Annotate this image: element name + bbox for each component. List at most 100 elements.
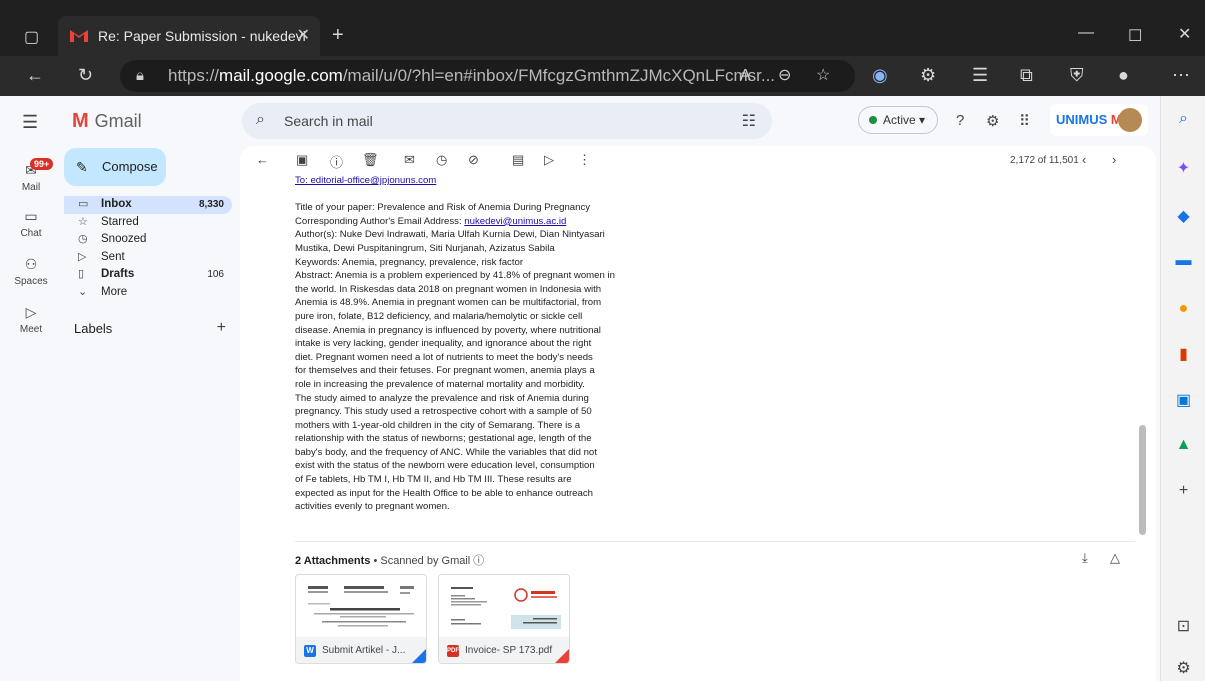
navigation-bar: ← ↻ 🔒︎ https://mail.google.com/mail/u/0/… (0, 56, 1205, 96)
rail-spaces[interactable]: ⚇ Spaces (0, 256, 62, 287)
search-icon[interactable]: ⌕ (256, 111, 265, 129)
add-app-icon[interactable]: + (1161, 482, 1205, 500)
copilot-sparkle-icon[interactable]: ✦ (1161, 158, 1205, 178)
extension-icon[interactable]: ◉ (872, 64, 888, 86)
outlook-icon[interactable]: ▣ (1161, 390, 1205, 410)
mark-unread-icon[interactable]: ✉ (404, 152, 415, 168)
settings-icon[interactable]: ⚙ (986, 112, 999, 130)
favorite-add-icon[interactable]: ☆ (816, 60, 830, 92)
search-icon[interactable]: ⌕ (1161, 110, 1205, 128)
more-actions-icon[interactable]: ⋮ (578, 152, 591, 168)
folder-label: Starred (101, 215, 139, 228)
paper-title-line: Title of your paper: Prevalence and Risk… (295, 202, 591, 214)
refresh-icon[interactable]: ↻ (78, 64, 93, 86)
report-spam-icon[interactable]: ⓘ (330, 152, 343, 171)
inbox-icon: ▭ (78, 198, 89, 210)
snooze-icon[interactable]: ◷ (436, 152, 447, 168)
organization-logo[interactable]: UNIMUS MG (1050, 104, 1148, 136)
account-avatar[interactable] (1118, 108, 1142, 132)
apps-grid-icon[interactable]: ⠿ (1019, 112, 1030, 130)
pagination-text: 2,172 of 11,501 (1010, 155, 1079, 166)
gmail-logo[interactable]: M Gmail (72, 110, 142, 133)
attachment-card[interactable]: W Submit Artikel - J... (295, 574, 427, 664)
chevron-down-icon: ⌄ (78, 285, 88, 298)
close-window-icon[interactable]: ✕ (1178, 24, 1191, 44)
main-menu-icon[interactable]: ☰ (22, 112, 38, 133)
to-line[interactable]: To: editorial-office@jpjonuns.com (295, 174, 635, 188)
help-icon[interactable]: ? (956, 112, 964, 129)
attachment-name: Invoice- SP 173.pdf (465, 645, 553, 656)
browser-tab[interactable]: Re: Paper Submission - nukedevi ✕ (58, 16, 320, 56)
shopping-tag-icon[interactable]: ◆ (1161, 206, 1205, 226)
rail-chat-label: Chat (20, 228, 42, 239)
clock-icon: ◷ (78, 233, 88, 245)
abstract-line: for themselves and their fetuses. For pr… (295, 365, 595, 377)
attachments-header: 2 Attachments • Scanned by Gmail ⓘ (295, 552, 484, 568)
sidebar-item-inbox[interactable]: ▭ Inbox 8,330 (64, 196, 232, 214)
maximize-icon[interactable]: ☐ (1128, 26, 1142, 46)
sidebar-settings-icon[interactable]: ⚙ (1161, 658, 1205, 678)
rail-chat[interactable]: ▭ Chat (0, 208, 62, 239)
search-bar[interactable]: ⌕ Search in mail ☷ (242, 103, 772, 139)
add-task-icon[interactable]: ⊘ (468, 152, 479, 168)
labels-title: Labels (74, 321, 113, 336)
sidebar-item-snoozed[interactable]: ◷ Snoozed (64, 231, 232, 249)
label-icon[interactable]: ▷ (544, 152, 554, 168)
minimize-icon[interactable]: — (1078, 24, 1094, 42)
rail-meet[interactable]: ▷ Meet (0, 304, 62, 335)
pencil-icon: ✎ (76, 159, 88, 175)
sidebar-item-drafts[interactable]: ▯ Drafts 106 (64, 266, 232, 284)
new-tab-icon[interactable]: + (332, 24, 344, 47)
newer-icon[interactable]: ‹ (1082, 152, 1086, 167)
profile-avatar-icon[interactable]: ● (1118, 64, 1129, 86)
back-to-inbox-icon[interactable]: ← (256, 152, 269, 167)
url-domain: mail.google.com (219, 66, 343, 85)
office-icon[interactable]: ▮ (1161, 344, 1205, 364)
invoice-thumbnail (447, 583, 563, 633)
download-all-icon[interactable]: ⤓ (1082, 550, 1088, 566)
rail-mail[interactable]: ✉ 99+ Mail (0, 158, 62, 193)
abstract-line: pure iron, folate, B12 deficiency, and m… (295, 310, 583, 322)
tab-bar: ▢ Re: Paper Submission - nukedevi ✕ + — … (0, 0, 1205, 56)
sidebar-item-more[interactable]: ⌄ More (64, 284, 232, 302)
draft-icon: ▯ (78, 268, 85, 280)
mail-badge: 99+ (30, 158, 54, 170)
games-icon[interactable]: ● (1161, 300, 1205, 318)
tab-close-icon[interactable]: ✕ (297, 16, 310, 56)
read-aloud-icon[interactable]: A (740, 60, 751, 92)
tools-briefcase-icon[interactable]: ▬ (1161, 252, 1205, 270)
add-label-icon[interactable]: + (217, 319, 226, 337)
drop-icon[interactable]: ▲ (1161, 436, 1205, 454)
search-options-icon[interactable]: ☷ (742, 111, 756, 131)
delete-icon[interactable]: 🗑︎ (362, 152, 379, 168)
extensions-icon[interactable]: ⚙ (920, 64, 936, 86)
rail-meet-label: Meet (19, 324, 43, 335)
address-bar[interactable]: 🔒︎ https://mail.google.com/mail/u/0/?hl=… (120, 60, 855, 92)
corresponding-email-link[interactable]: nukedevi@unimus.ac.id (464, 216, 566, 227)
collections-icon[interactable]: ⧉ (1020, 64, 1033, 86)
more-menu-icon[interactable]: ⋯ (1172, 64, 1190, 86)
message-scrollbar[interactable] (1139, 425, 1146, 535)
search-input[interactable]: Search in mail (284, 113, 373, 129)
abstract-line: exist with the status of the newborn wer… (295, 460, 595, 472)
move-to-icon[interactable]: ▤ (512, 152, 524, 168)
save-to-drive-icon[interactable]: △ (1110, 550, 1120, 566)
attachment-corner (412, 649, 426, 663)
back-icon[interactable]: ← (26, 64, 44, 86)
sidebar-item-starred[interactable]: ☆ Starred (64, 214, 232, 232)
tab-actions-icon[interactable]: ▢ (24, 27, 39, 47)
compose-button[interactable]: ✎ Compose (64, 148, 166, 186)
hide-sidebar-icon[interactable]: ⊡ (1161, 616, 1205, 636)
keywords-line: Keywords: Anemia, pregnancy, prevalence,… (295, 256, 524, 268)
attachment-card[interactable]: PDF Invoice- SP 173.pdf (438, 574, 570, 664)
status-selector[interactable]: Active ▾ (858, 106, 938, 134)
attachment-name: Submit Artikel - J... (322, 645, 406, 656)
star-icon: ☆ (78, 215, 88, 228)
older-icon[interactable]: › (1112, 152, 1116, 167)
sidebar-item-sent[interactable]: ▷ Sent (64, 249, 232, 267)
favorites-icon[interactable]: ☰ (972, 64, 988, 86)
gmail-header: ☰ M Gmail ⌕ Search in mail ☷ Active ▾ ? ⚙… (0, 96, 1160, 146)
shield-icon[interactable]: ⛨ (1070, 64, 1084, 86)
zoom-icon[interactable]: ⊖ (778, 60, 791, 92)
archive-icon[interactable]: ▣ (296, 152, 308, 168)
